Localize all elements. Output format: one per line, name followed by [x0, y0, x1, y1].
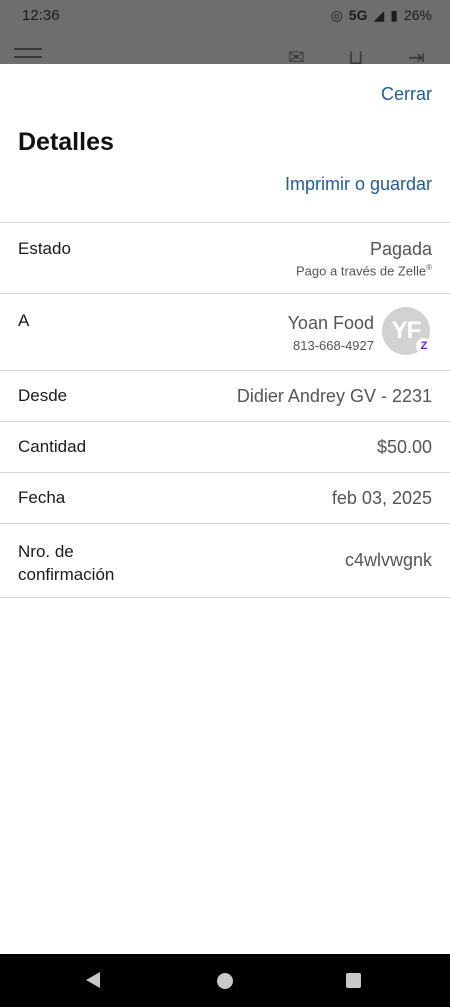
recipient-phone: 813-668-4927 [293, 338, 374, 353]
detail-row-recipient: A Yoan Food 813-668-4927 YF Z [0, 294, 450, 371]
recipient-label: A [18, 311, 30, 330]
back-icon[interactable] [86, 972, 100, 988]
from-value: Didier Andrey GV - 2231 [236, 386, 432, 406]
confirmation-label: Nro. de confirmación [18, 542, 115, 584]
vibrate-icon: ◎ [330, 6, 343, 23]
recent-apps-icon[interactable] [346, 973, 361, 988]
detail-row-from: Desde Didier Andrey GV - 2231 [0, 371, 450, 422]
status-time: 12:36 [22, 6, 60, 24]
detail-row-estado: Estado Pagada Pago a través de Zelle® [0, 223, 450, 294]
registered-mark: ® [426, 263, 432, 272]
recipient-name: Yoan Food [287, 313, 374, 333]
close-button[interactable]: Cerrar [381, 84, 432, 105]
network-label: 5G [348, 7, 368, 23]
estado-label: Estado [18, 239, 71, 258]
detail-row-confirmation: Nro. de confirmación c4wlvwgnk [0, 524, 450, 598]
confirmation-value: c4wlvwgnk [344, 550, 432, 570]
from-label: Desde [18, 386, 68, 405]
battery-icon: ▮ [390, 6, 398, 23]
menu-icon [14, 48, 42, 64]
payment-method-text: Pago a través de Zelle [296, 263, 427, 279]
estado-sub: Pago a través de Zelle® [296, 263, 432, 278]
amount-value: $50.00 [376, 437, 432, 457]
status-bar: 12:36 ◎ 5G ◢ ▮ 26% [0, 0, 450, 30]
status-icons: ◎ 5G ◢ ▮ 26% [331, 7, 432, 24]
detail-row-amount: Cantidad $50.00 [0, 422, 450, 473]
date-label: Fecha [18, 488, 66, 507]
date-value: feb 03, 2025 [331, 488, 432, 508]
detail-row-date: Fecha feb 03, 2025 [0, 473, 450, 524]
amount-label: Cantidad [18, 437, 87, 456]
home-icon[interactable] [217, 973, 233, 989]
battery-level: 26% [403, 7, 432, 23]
background-app-dimmed: 12:36 ◎ 5G ◢ ▮ 26% ✉ ⊔ ⇥ [0, 0, 450, 70]
details-sheet: Cerrar Detalles Imprimir o guardar Estad… [0, 64, 450, 954]
system-nav-bar [0, 954, 450, 1007]
zelle-badge-icon: Z [416, 338, 432, 354]
estado-value: Pagada [369, 239, 432, 259]
page-title: Detalles [18, 128, 114, 156]
signal-icon: ◢ [373, 6, 385, 23]
print-or-save-button[interactable]: Imprimir o guardar [285, 174, 432, 195]
details-list: Estado Pagada Pago a través de Zelle® A … [0, 222, 450, 598]
